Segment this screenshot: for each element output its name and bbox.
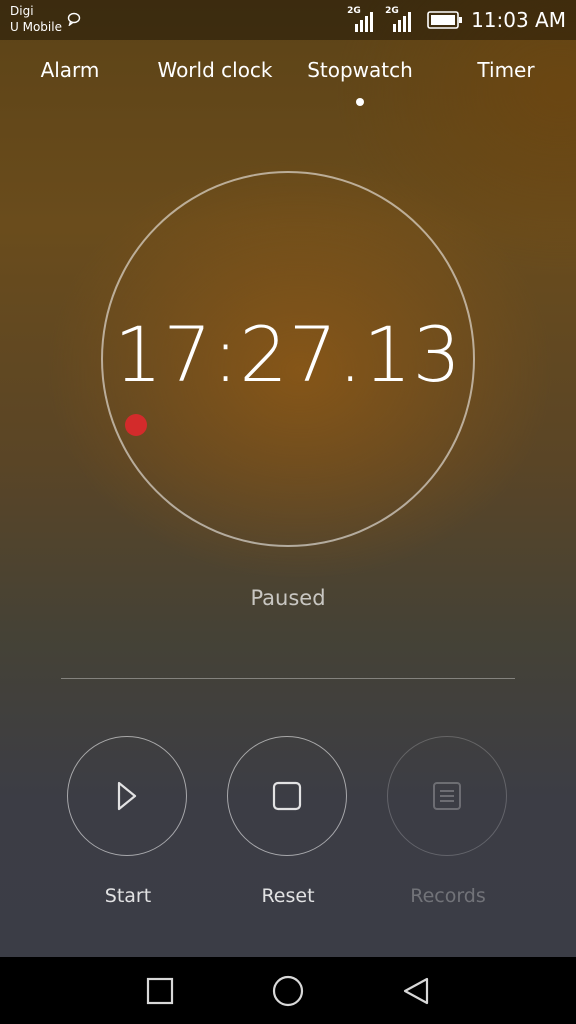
records-list-icon	[433, 782, 461, 810]
start-label: Start	[104, 885, 152, 907]
battery-icon	[427, 11, 463, 29]
carrier-name-primary: Digi	[10, 4, 34, 18]
navigation-bar	[0, 957, 576, 1024]
home-button[interactable]	[270, 973, 306, 1009]
stop-icon	[272, 781, 302, 811]
carrier-info: Digi U Mobile	[10, 3, 62, 35]
signal-sim2: 2G	[385, 6, 415, 34]
divider	[61, 678, 515, 679]
elapsed-time: 17:27.13	[114, 310, 462, 399]
tab-bar: Alarm World clock Stopwatch Timer	[0, 58, 576, 108]
back-button[interactable]	[398, 973, 434, 1009]
tab-timer[interactable]: Timer	[434, 58, 576, 82]
reset-label: Reset	[261, 885, 315, 907]
records-label: Records	[410, 885, 486, 907]
chat-notification-icon	[67, 12, 81, 26]
stopwatch-state: Paused	[250, 586, 326, 610]
start-button[interactable]	[67, 736, 187, 856]
status-icons: 2G 2G 11:03 AM	[347, 4, 566, 36]
status-bar: Digi U Mobile 2G 2G 11:03 AM	[0, 0, 576, 40]
back-triangle-icon	[403, 977, 429, 1005]
carrier-name-secondary: U Mobile	[10, 20, 62, 34]
recents-square-icon	[146, 977, 174, 1005]
status-clock: 11:03 AM	[471, 8, 566, 32]
reset-button[interactable]	[227, 736, 347, 856]
selected-tab-indicator	[356, 98, 364, 106]
network-type-label: 2G	[385, 6, 399, 16]
play-icon	[117, 781, 137, 811]
tab-world-clock[interactable]: World clock	[143, 58, 287, 82]
dial-progress-marker	[125, 414, 147, 436]
network-type-label: 2G	[347, 6, 361, 16]
signal-sim1: 2G	[347, 6, 377, 34]
records-button[interactable]	[387, 736, 507, 856]
recents-button[interactable]	[142, 973, 178, 1009]
tab-stopwatch[interactable]: Stopwatch	[288, 58, 432, 82]
tab-alarm[interactable]: Alarm	[0, 58, 142, 82]
home-circle-icon	[272, 975, 304, 1007]
